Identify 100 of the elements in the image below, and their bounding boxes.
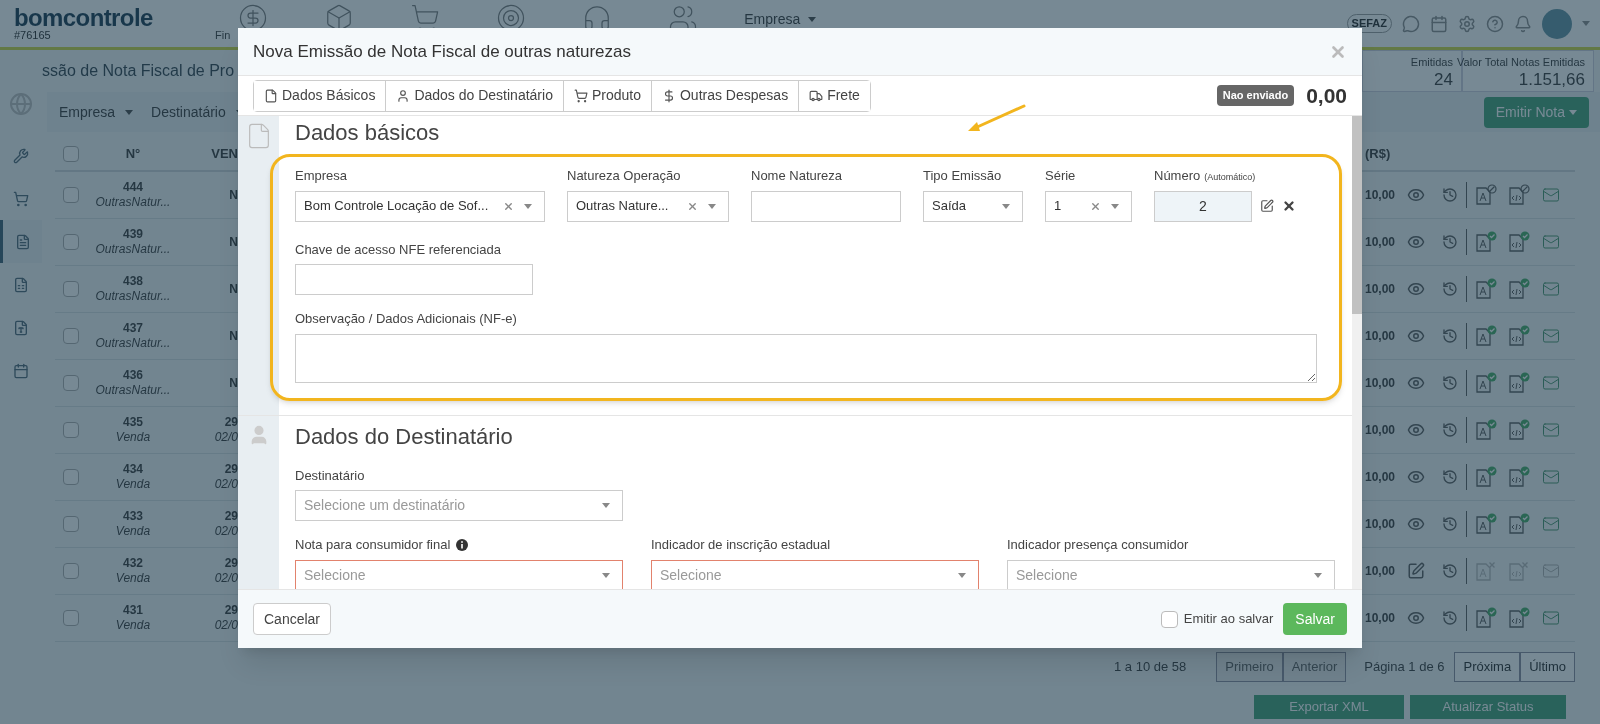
history-icon[interactable]	[1442, 422, 1459, 438]
select-field[interactable]: Outras Nature...	[567, 190, 729, 222]
avatar[interactable]	[1542, 8, 1572, 39]
checkbox[interactable]	[63, 563, 79, 579]
code-file-icon[interactable]	[1508, 419, 1531, 441]
select-field[interactable]: Saída	[923, 190, 1023, 222]
nav-label[interactable]: Fin	[215, 26, 231, 43]
checkbox[interactable]	[63, 610, 79, 626]
pdf-icon[interactable]	[1475, 513, 1498, 535]
tab[interactable]: Frete	[798, 80, 870, 111]
history-icon[interactable]	[1442, 281, 1459, 297]
code-file-icon[interactable]	[1508, 278, 1531, 300]
checkbox[interactable]	[63, 328, 79, 344]
view-icon[interactable]	[1407, 515, 1426, 533]
checkbox[interactable]	[63, 281, 79, 297]
close-icon[interactable]	[1282, 199, 1296, 213]
view-icon[interactable]	[1407, 327, 1426, 345]
pagination-button[interactable]: Último	[1520, 652, 1575, 682]
view-icon[interactable]	[1407, 233, 1426, 251]
pagination-button[interactable]: Próxima	[1454, 652, 1521, 682]
whatsapp-icon[interactable]	[1402, 14, 1420, 33]
email-icon[interactable]	[1542, 609, 1561, 627]
edit-icon[interactable]	[1407, 562, 1426, 580]
view-icon[interactable]	[1407, 421, 1426, 439]
clear-icon[interactable]	[1090, 200, 1101, 212]
pdf-icon[interactable]	[1475, 231, 1498, 253]
code-file-icon[interactable]	[1508, 184, 1531, 206]
email-icon[interactable]	[1542, 233, 1561, 251]
history-icon[interactable]	[1442, 187, 1459, 203]
history-icon[interactable]	[1442, 516, 1459, 532]
checkbox[interactable]	[63, 469, 79, 485]
emit-button[interactable]: Emitir Nota	[1483, 96, 1589, 128]
email-icon[interactable]	[1542, 327, 1561, 345]
email-icon[interactable]	[1542, 186, 1561, 204]
edit-icon[interactable]	[1260, 199, 1274, 213]
pdf-icon[interactable]	[1475, 184, 1498, 206]
select-field[interactable]: Selecione	[1007, 559, 1335, 589]
pdf-icon[interactable]	[1475, 419, 1498, 441]
filter-dropdown[interactable]: Empresa	[59, 101, 116, 123]
notifications-icon[interactable]	[1514, 14, 1532, 33]
checkbox[interactable]	[63, 187, 79, 203]
action-button[interactable]: Atualizar Status	[1410, 695, 1566, 719]
text-field[interactable]	[751, 190, 901, 222]
code-file-icon[interactable]	[1508, 607, 1531, 629]
select-field[interactable]: Selecione	[651, 559, 979, 589]
save-button[interactable]: Salvar	[1283, 603, 1347, 635]
globe-icon[interactable]	[9, 92, 33, 116]
pdf-icon[interactable]	[1475, 325, 1498, 347]
select-field[interactable]: Selecione um destinatário	[295, 490, 623, 521]
pdf-icon[interactable]	[1475, 278, 1498, 300]
view-icon[interactable]	[1407, 609, 1426, 627]
view-icon[interactable]	[1407, 468, 1426, 486]
email-icon[interactable]	[1542, 468, 1561, 486]
history-icon[interactable]	[1442, 234, 1459, 250]
settings-icon[interactable]	[1458, 14, 1476, 33]
info-icon[interactable]	[456, 538, 469, 551]
calendar-icon[interactable]	[1430, 14, 1448, 33]
pdf-icon[interactable]	[1475, 607, 1498, 629]
clear-icon[interactable]	[687, 200, 698, 212]
checkbox[interactable]	[63, 516, 79, 532]
code-file-icon[interactable]	[1508, 372, 1531, 394]
code-file-icon[interactable]	[1508, 325, 1531, 347]
history-icon[interactable]	[1442, 563, 1459, 579]
scrollbar[interactable]	[1352, 116, 1362, 589]
view-icon[interactable]	[1407, 280, 1426, 298]
notes-field[interactable]	[295, 333, 1317, 383]
email-icon[interactable]	[1542, 515, 1561, 533]
company-menu[interactable]: Empresa	[744, 9, 801, 30]
code-file-icon[interactable]	[1508, 513, 1531, 535]
help-icon[interactable]	[1486, 14, 1504, 33]
view-icon[interactable]	[1407, 374, 1426, 392]
history-icon[interactable]	[1442, 469, 1459, 485]
email-icon[interactable]	[1542, 374, 1561, 392]
email-icon[interactable]	[1542, 562, 1561, 580]
sidebar-item[interactable]	[0, 220, 42, 263]
checkbox[interactable]	[63, 375, 79, 391]
clear-icon[interactable]	[503, 200, 514, 212]
number-field[interactable]: 2	[1154, 190, 1252, 222]
cancel-button[interactable]: Cancelar	[253, 603, 332, 635]
checkbox[interactable]	[63, 422, 79, 438]
view-icon[interactable]	[1407, 186, 1426, 204]
code-file-icon[interactable]	[1508, 231, 1531, 253]
pdf-icon[interactable]	[1475, 466, 1498, 488]
history-icon[interactable]	[1442, 375, 1459, 391]
logo[interactable]: bomcontrole	[14, 6, 215, 30]
access-key-field[interactable]	[295, 264, 533, 295]
action-button[interactable]: Exportar XML	[1254, 695, 1404, 719]
email-icon[interactable]	[1542, 280, 1561, 298]
pdf-icon[interactable]	[1475, 372, 1498, 394]
checkbox[interactable]	[1160, 610, 1178, 628]
history-icon[interactable]	[1442, 328, 1459, 344]
select-field[interactable]: 1	[1045, 190, 1132, 222]
history-icon[interactable]	[1442, 610, 1459, 626]
code-file-icon[interactable]	[1508, 466, 1531, 488]
checkbox[interactable]	[63, 146, 79, 162]
checkbox[interactable]	[63, 234, 79, 250]
select-field[interactable]: Selecione	[295, 559, 623, 589]
select-field[interactable]: Bom Controle Locação de Sof...	[295, 190, 545, 222]
email-icon[interactable]	[1542, 421, 1561, 439]
filter-dropdown[interactable]: Destinatário	[151, 101, 226, 123]
